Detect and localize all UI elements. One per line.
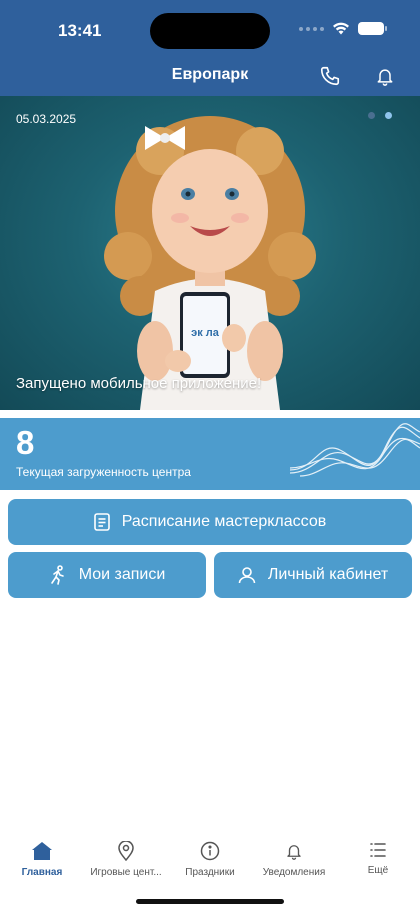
pager-dot[interactable]	[368, 112, 375, 119]
document-icon	[93, 513, 110, 531]
bell-icon[interactable]	[373, 64, 397, 88]
page-title: Европарк	[171, 66, 249, 83]
tab-label: Праздники	[185, 867, 235, 878]
center-load-panel: 8 Текущая загруженность центра	[0, 418, 420, 490]
tab-bar: Главная Игровые цент... Праздники Уведом…	[0, 833, 420, 893]
tab-more[interactable]: Ещё	[336, 833, 420, 893]
personal-account-button[interactable]: Личный кабинет	[214, 552, 412, 598]
my-records-button[interactable]: Мои записи	[8, 552, 206, 598]
banner-date: 05.03.2025	[16, 112, 77, 126]
dynamic-island	[150, 13, 270, 49]
pager-dot-active[interactable]	[385, 112, 392, 119]
home-icon	[32, 842, 52, 860]
tab-label: Уведомления	[262, 867, 326, 878]
tab-label: Игровые цент...	[90, 867, 162, 878]
tab-label: Главная	[21, 867, 63, 878]
promo-banner[interactable]: эк ла 05.03.2025 Запущено мобильное прил…	[0, 96, 420, 410]
personal-account-button-label: Личный кабинет	[267, 566, 389, 583]
running-person-icon	[50, 565, 64, 585]
banner-pager[interactable]	[368, 112, 392, 119]
tab-notifications[interactable]: Уведомления	[252, 833, 336, 893]
banner-caption: Запущено мобильное приложение!	[16, 375, 262, 392]
list-icon	[370, 843, 386, 857]
map-pin-icon	[118, 841, 134, 861]
schedule-button[interactable]: Расписание мастерклассов	[8, 499, 412, 545]
battery-icon	[358, 22, 387, 35]
app-logo-text: эк ла	[191, 327, 220, 339]
schedule-button-label: Расписание мастерклассов	[121, 513, 327, 530]
home-indicator	[136, 899, 284, 904]
app-header: 13:41 Европарк	[0, 0, 420, 96]
wave-graphic	[290, 423, 420, 477]
load-label: Текущая загруженность центра	[16, 465, 191, 479]
status-indicators	[299, 22, 387, 35]
phone-icon[interactable]	[318, 64, 342, 88]
wifi-icon	[333, 22, 349, 35]
user-icon	[238, 567, 256, 584]
tab-home[interactable]: Главная	[0, 833, 84, 893]
tab-holidays[interactable]: Праздники	[168, 833, 252, 893]
status-time: 13:41	[58, 21, 102, 40]
load-value: 8	[16, 424, 35, 461]
tab-play-centers[interactable]: Игровые цент...	[84, 833, 168, 893]
info-icon	[200, 841, 220, 861]
my-records-button-label: Мои записи	[78, 566, 166, 583]
child-with-phone-image: эк ла	[104, 116, 316, 410]
signal-icon	[299, 26, 324, 31]
tab-label: Ещё	[367, 865, 389, 876]
bell-icon	[287, 845, 301, 860]
